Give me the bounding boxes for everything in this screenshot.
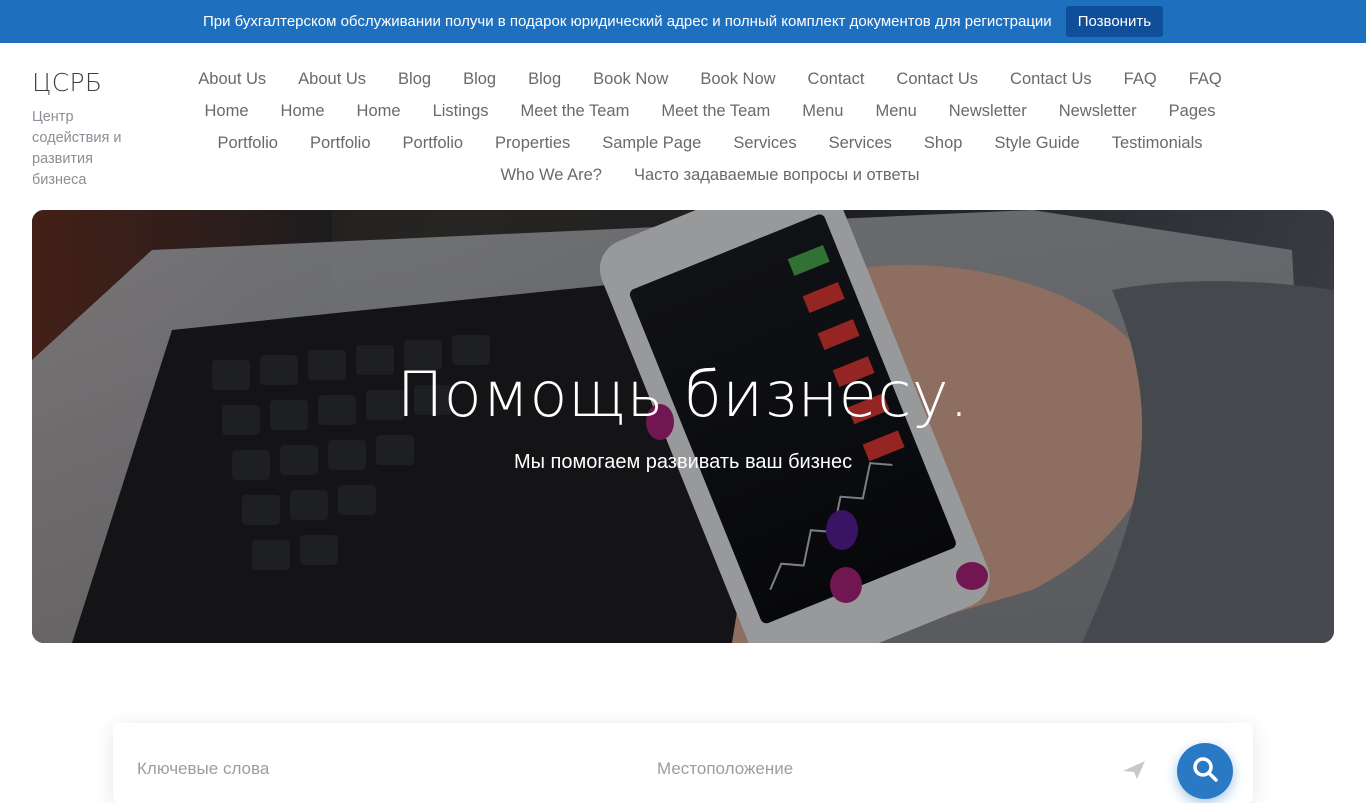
nav-item-12[interactable]: Home xyxy=(189,95,265,127)
nav-item-23[interactable]: Portfolio xyxy=(201,127,294,159)
nav-item-15[interactable]: Listings xyxy=(417,95,505,127)
nav-item-3[interactable]: Blog xyxy=(447,63,512,95)
nav-item-2[interactable]: Blog xyxy=(382,63,447,95)
site-logo[interactable]: ЦСРБ Центр содействия и развития бизнеса xyxy=(32,68,142,191)
hero-title: Помощь бизнесу. xyxy=(396,358,970,431)
main-navigation: About Us About Us Blog Blog Blog Book Now Book… xyxy=(162,63,1258,191)
nav-item-13[interactable]: Home xyxy=(265,95,341,127)
property-search-form: Ключевые слова Местоположение xyxy=(113,723,1253,803)
nav-item-6[interactable]: Book Now xyxy=(684,63,791,95)
nav-item-34[interactable]: Часто задаваемые вопросы и ответы xyxy=(618,159,936,191)
nav-item-24[interactable]: Portfolio xyxy=(294,127,387,159)
nav-item-20[interactable]: Newsletter xyxy=(933,95,1043,127)
nav-item-1[interactable]: About Us xyxy=(282,63,382,95)
nav-item-26[interactable]: Properties xyxy=(479,127,586,159)
nav-item-25[interactable]: Portfolio xyxy=(387,127,480,159)
search-button[interactable] xyxy=(1177,743,1233,799)
nav-item-29[interactable]: Services xyxy=(813,127,908,159)
site-tagline: Центр содействия и развития бизнеса xyxy=(32,109,122,188)
nav-item-27[interactable]: Sample Page xyxy=(586,127,717,159)
nav-item-19[interactable]: Menu xyxy=(859,95,932,127)
site-title[interactable]: ЦСРБ xyxy=(32,68,142,97)
nav-item-4[interactable]: Blog xyxy=(512,63,577,95)
nav-item-14[interactable]: Home xyxy=(341,95,417,127)
nav-item-33[interactable]: Who We Are? xyxy=(484,159,618,191)
search-icon xyxy=(1193,757,1218,782)
promo-banner: При бухгалтерском обслуживании получи в … xyxy=(0,0,1366,43)
nav-item-0[interactable]: About Us xyxy=(182,63,282,95)
nav-item-5[interactable]: Book Now xyxy=(577,63,684,95)
nav-item-32[interactable]: Testimonials xyxy=(1096,127,1219,159)
nav-item-9[interactable]: Contact Us xyxy=(994,63,1108,95)
hero-subtitle: Мы помогаем развивать ваш бизнес xyxy=(513,451,853,473)
location-input[interactable]: Местоположение xyxy=(657,759,793,779)
nav-item-21[interactable]: Newsletter xyxy=(1043,95,1153,127)
nav-item-7[interactable]: Contact xyxy=(792,63,881,95)
keywords-input[interactable]: Ключевые слова xyxy=(137,759,269,779)
hero-banner: Помощь бизнесу. Мы помогаем развивать ва… xyxy=(32,210,1334,643)
nav-item-31[interactable]: Style Guide xyxy=(978,127,1095,159)
call-button[interactable]: Позвонить xyxy=(1065,6,1164,37)
promo-message: При бухгалтерском обслуживании получи в … xyxy=(202,13,1052,30)
nav-item-8[interactable]: Contact Us xyxy=(880,63,994,95)
nav-item-18[interactable]: Menu xyxy=(786,95,859,127)
nav-item-11[interactable]: FAQ xyxy=(1173,63,1238,95)
nav-item-22[interactable]: Pages xyxy=(1153,95,1232,127)
locate-me-icon[interactable] xyxy=(1121,759,1147,779)
nav-item-10[interactable]: FAQ xyxy=(1108,63,1173,95)
nav-item-30[interactable]: Shop xyxy=(908,127,979,159)
nav-item-17[interactable]: Meet the Team xyxy=(645,95,786,127)
nav-item-28[interactable]: Services xyxy=(717,127,812,159)
nav-item-16[interactable]: Meet the Team xyxy=(505,95,646,127)
